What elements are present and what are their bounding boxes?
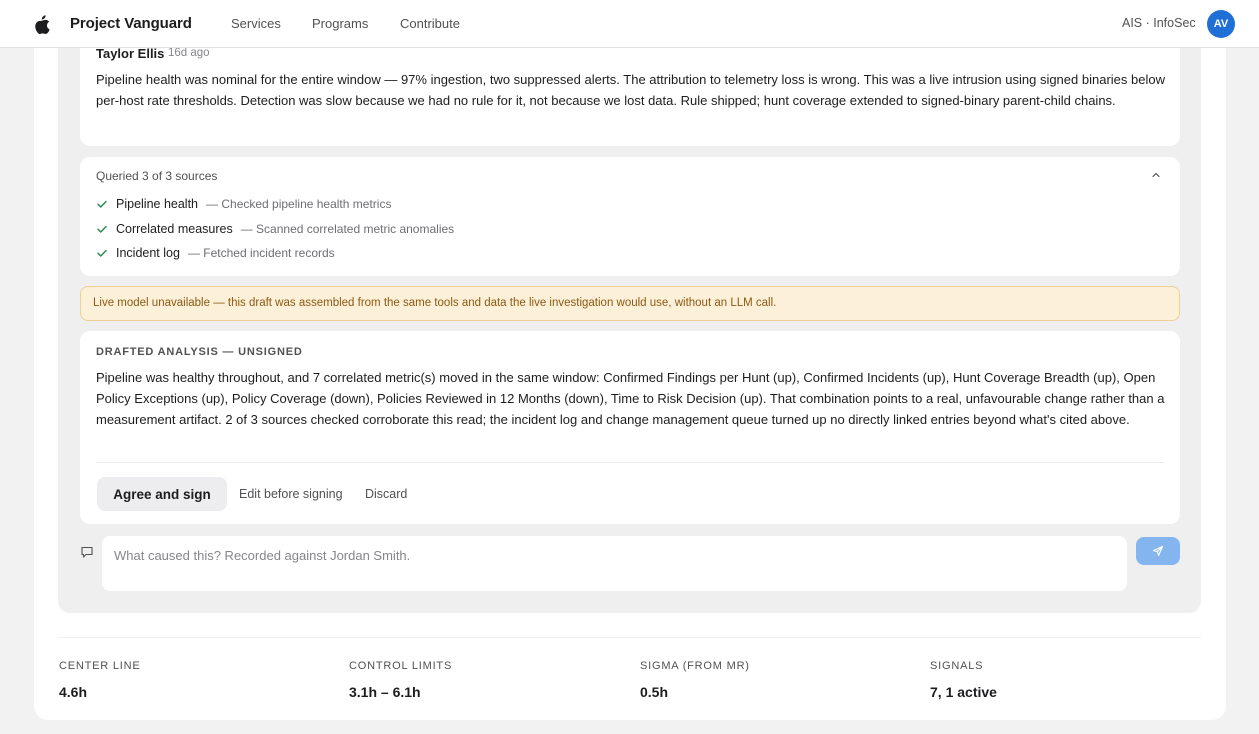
stat-label: SIGMA (FROM MR) — [640, 660, 750, 672]
source-description: — Fetched incident records — [187, 246, 335, 260]
source-description: — Scanned correlated metric anomalies — [240, 222, 455, 236]
source-description: — Checked pipeline health metrics — [206, 197, 392, 211]
avatar[interactable]: AV — [1207, 10, 1235, 38]
chevron-up-icon[interactable] — [1151, 170, 1161, 180]
stat-control-limits: CONTROL LIMITS 3.1h – 6.1h — [349, 660, 452, 700]
source-item: Pipeline health — Checked pipeline healt… — [96, 195, 391, 213]
banner-text: Live model unavailable — this draft was … — [93, 297, 777, 309]
brand-title[interactable]: Project Vanguard — [70, 15, 192, 32]
nav-contribute[interactable]: Contribute — [400, 16, 460, 31]
stat-label: SIGNALS — [930, 660, 984, 672]
stat-value: 0.5h — [640, 684, 669, 700]
discard-button[interactable]: Discard — [365, 487, 407, 501]
apple-logo-icon[interactable] — [33, 14, 51, 34]
stat-sigma: SIGMA (FROM MR) 0.5h — [640, 660, 750, 700]
nav-services[interactable]: Services — [231, 16, 281, 31]
check-icon — [97, 225, 107, 233]
nav-programs[interactable]: Programs — [312, 16, 368, 31]
drafted-analysis-card: DRAFTED ANALYSIS — UNSIGNED Pipeline was… — [80, 331, 1180, 524]
draft-eyebrow: DRAFTED ANALYSIS — UNSIGNED — [96, 346, 303, 358]
check-icon — [97, 249, 107, 257]
stat-value: 3.1h – 6.1h — [349, 684, 421, 700]
check-icon — [97, 200, 107, 208]
agree-and-sign-button[interactable]: Agree and sign — [97, 477, 227, 511]
model-unavailable-banner: Live model unavailable — this draft was … — [80, 286, 1180, 321]
stat-signals: SIGNALS 7, 1 active — [930, 660, 997, 700]
stat-label: CENTER LINE — [59, 660, 141, 672]
sources-panel[interactable]: Queried 3 of 3 sources Pipeline health —… — [80, 157, 1180, 276]
org-label: AIS · InfoSec — [1122, 16, 1196, 30]
draft-body: Pipeline was healthy throughout, and 7 c… — [96, 370, 1165, 428]
cause-composer[interactable] — [102, 536, 1127, 591]
stat-center-line: CENTER LINE 4.6h — [59, 660, 141, 700]
comment-icon — [81, 546, 93, 558]
comment-timestamp: 16d ago — [168, 47, 210, 59]
divider — [96, 462, 1164, 463]
source-name: Pipeline health — [116, 197, 199, 211]
cause-input[interactable] — [114, 546, 1104, 564]
source-name: Correlated measures — [116, 222, 233, 236]
edit-before-signing-button[interactable]: Edit before signing — [239, 487, 343, 501]
stat-value: 7, 1 active — [930, 684, 997, 700]
send-button[interactable] — [1136, 537, 1180, 565]
sources-heading: Queried 3 of 3 sources — [96, 169, 218, 183]
source-name: Incident log — [116, 246, 180, 260]
top-navigation: Project Vanguard Services Programs Contr… — [0, 0, 1259, 48]
stats-divider — [58, 637, 1201, 638]
source-item: Incident log — Fetched incident records — [96, 244, 335, 262]
send-icon — [1152, 545, 1164, 557]
source-item: Correlated measures — Scanned correlated… — [96, 220, 454, 238]
stat-value: 4.6h — [59, 684, 88, 700]
stat-label: CONTROL LIMITS — [349, 660, 453, 672]
comment-author: Taylor Ellis — [96, 46, 165, 61]
comment-body: Pipeline health was nominal for the enti… — [96, 72, 1165, 109]
